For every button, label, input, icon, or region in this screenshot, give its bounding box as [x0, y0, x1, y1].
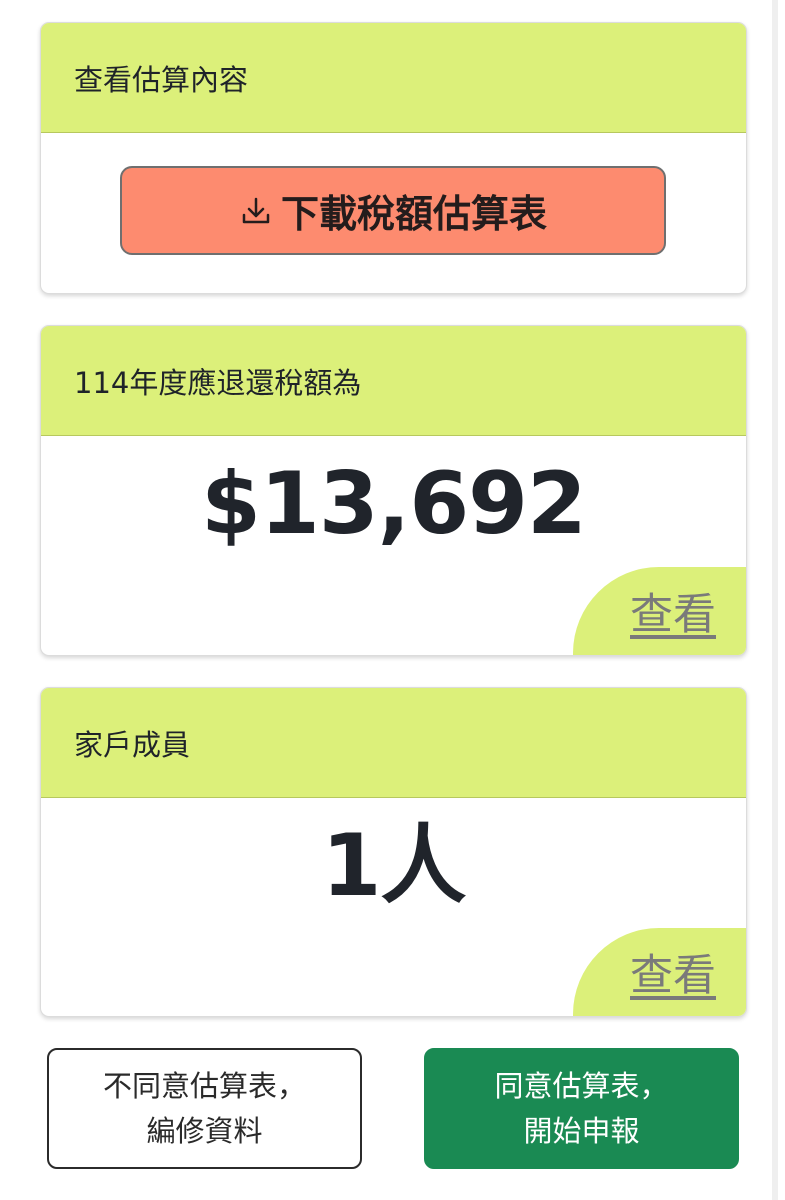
agree-file-button[interactable]: 同意估算表， 開始申報	[424, 1048, 739, 1169]
refund-view-link[interactable]: 查看	[573, 567, 746, 655]
download-estimate-button[interactable]: 下載稅額估算表	[120, 166, 666, 255]
household-card: 家戶成員 1人 查看	[40, 687, 747, 1017]
agree-button-line2: 開始申報	[523, 1113, 640, 1148]
household-card-body: 1人 查看	[41, 798, 746, 1016]
estimate-card: 查看估算內容 下載稅額估算表	[40, 22, 747, 294]
disagree-edit-button[interactable]: 不同意估算表， 編修資料	[47, 1048, 362, 1169]
download-icon	[239, 194, 273, 228]
household-card-title: 家戶成員	[41, 688, 746, 798]
household-view-link[interactable]: 查看	[573, 928, 746, 1016]
disagree-button-line2: 編修資料	[146, 1113, 263, 1148]
download-estimate-label: 下載稅額估算表	[280, 192, 547, 236]
scrollbar-track[interactable]	[772, 0, 778, 1200]
estimate-card-title: 查看估算內容	[41, 23, 746, 133]
estimate-card-body: 下載稅額估算表	[41, 133, 746, 292]
agree-button-line1: 同意估算表，	[494, 1068, 669, 1103]
refund-card-body: $13,692 查看	[41, 436, 746, 655]
refund-card-title: 114年度應退還稅額為	[41, 326, 746, 436]
refund-card: 114年度應退還稅額為 $13,692 查看	[40, 325, 747, 656]
refund-amount: $13,692	[201, 454, 587, 554]
disagree-button-line1: 不同意估算表，	[102, 1068, 306, 1103]
household-member-count: 1人	[321, 816, 467, 916]
